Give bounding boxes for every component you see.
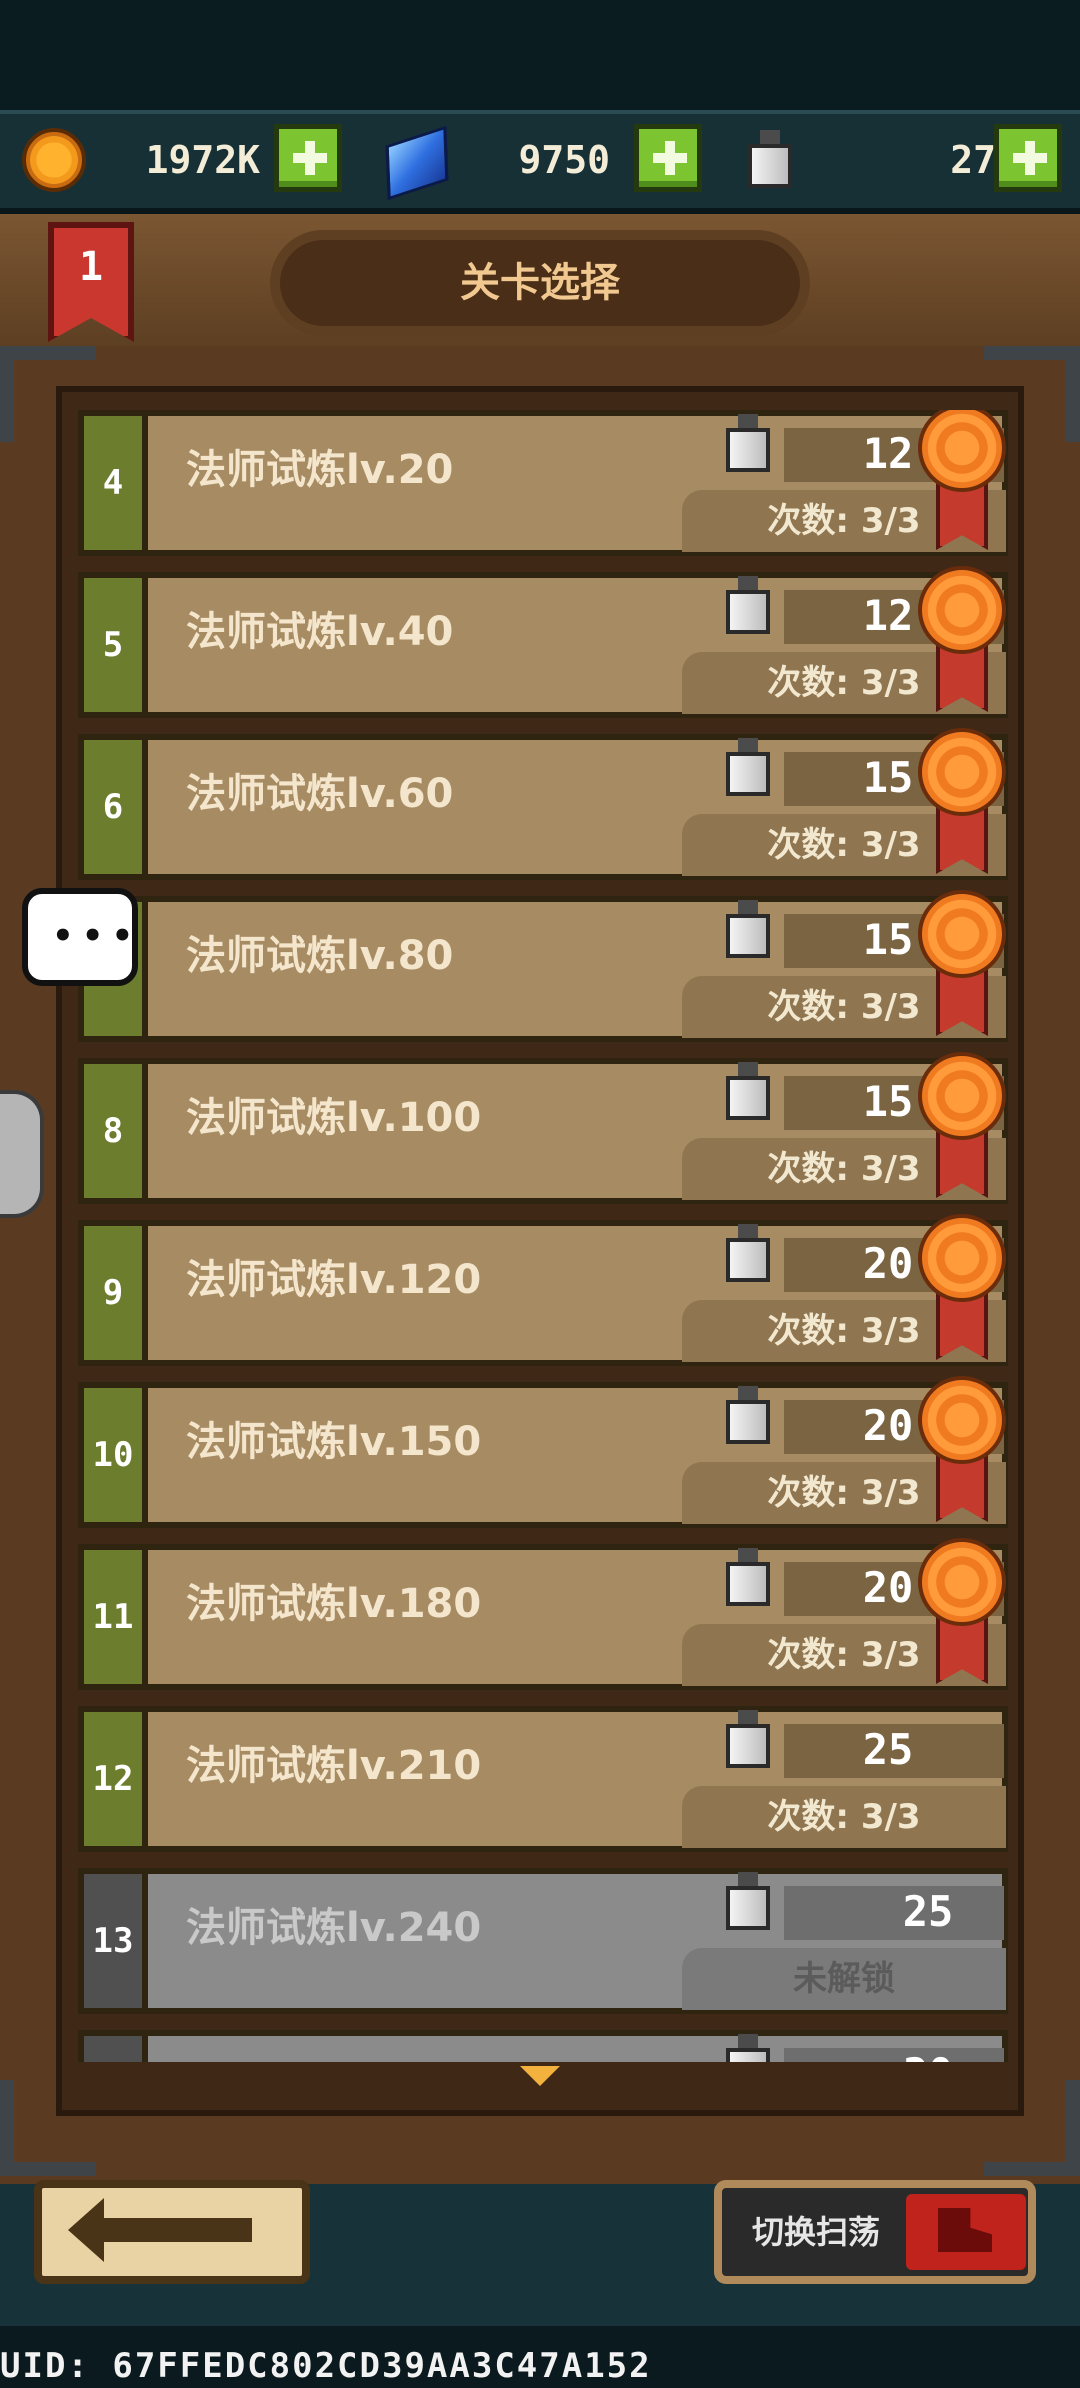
panel-corner [0,2080,96,2176]
level-row-7[interactable]: 7 法师试炼lv.80 15 次数: 3/3 [78,890,1008,1042]
level-row-5[interactable]: 5 法师试炼lv.40 12 次数: 3/3 [78,566,1008,718]
gem-amount: 9750 [518,138,610,182]
medal-icon [918,1538,1006,1688]
level-name: 法师试炼lv.60 [186,771,454,817]
bottle-amount: 27 [950,138,996,182]
level-name: 法师试炼lv.40 [186,609,454,655]
medal-icon [918,566,1006,716]
level-row-14[interactable]: 14 30 [78,2030,1008,2062]
panel-corner [984,2080,1080,2176]
bottle-icon [726,900,770,958]
level-cost: 25 [862,1725,914,1774]
header: 1 关卡选择 [0,214,1080,354]
level-cost: 30 [848,2044,1008,2062]
level-name: 法师试炼lv.120 [186,1257,482,1303]
bottle-icon [726,738,770,796]
level-row-4[interactable]: 4 法师试炼lv.20 12 次数: 3/3 [78,410,1008,556]
bottle-icon [726,1062,770,1120]
add-bottles-button[interactable] [994,124,1062,192]
level-cost: 25 [902,1887,954,1936]
level-name: 法师试炼lv.80 [186,933,454,979]
user-id: UID: 67FFEDC802CD39AA3C47A152 [0,2346,652,2386]
bottle-icon [726,1548,770,1606]
gem-resource: 9750 [360,124,720,201]
title-plate: 关卡选择 [280,240,800,326]
sweep-label: 切换扫荡 [751,2213,880,2251]
medal-icon [918,890,1006,1040]
bottle-icon [726,414,770,472]
blue-gem-icon [385,125,449,201]
bottle-icon [726,1872,770,1930]
level-row-9[interactable]: 9 法师试炼lv.120 20 次数: 3/3 [78,1214,1008,1366]
resource-bar: 1972K 9750 27 [0,110,1080,214]
sweep-toggle-button[interactable]: 切换扫荡 [714,2180,1036,2284]
attempts-box: 未解锁 [682,1948,1006,2010]
level-name: 法师试炼lv.20 [186,447,454,493]
medal-icon [918,1376,1006,1526]
chapter-number: 1 [78,244,104,290]
back-arrow-icon [68,2198,252,2262]
level-number: 14 [78,2030,148,2062]
level-number: 10 [78,1382,148,1528]
level-number: 5 [78,572,148,718]
level-list[interactable]: 4 法师试炼lv.20 12 次数: 3/3 5 法师试炼lv.40 12 次数… [78,410,1008,2062]
top-spacer [0,0,1080,110]
attempts-box: 次数: 3/3 [682,1786,1006,1848]
level-number: 4 [78,410,148,556]
bottle-icon [726,2034,770,2062]
medal-icon [918,410,1006,554]
medal-icon [918,728,1006,878]
bottle-icon [726,1710,770,1768]
scroll-down-icon[interactable] [520,2066,560,2086]
side-character[interactable] [0,1090,44,1218]
bottle-icon [726,576,770,634]
level-name: 法师试炼lv.100 [186,1095,482,1141]
level-row-13[interactable]: 13 法师试炼lv.240 25 未解锁 [78,1868,1008,2014]
level-name: 法师试炼lv.240 [186,1905,482,1951]
gold-coin-icon [22,128,86,192]
bottle-icon [726,1224,770,1282]
add-gold-button[interactable] [274,124,342,192]
level-row-12[interactable]: 12 法师试炼lv.210 25 次数: 3/3 [78,1706,1008,1852]
level-row-6[interactable]: 6 法师试炼lv.60 15 次数: 3/3 [78,728,1008,880]
level-number: 8 [78,1058,148,1204]
bottle-icon [748,130,792,188]
chapter-ribbon[interactable]: 1 [48,222,134,342]
back-button[interactable] [34,2180,310,2284]
chat-bubble-icon[interactable]: ••• [22,888,138,986]
locked-text: 未解锁 [793,1959,895,1999]
level-number: 13 [78,1868,148,2014]
medal-icon [918,1214,1006,1364]
level-name: 法师试炼lv.210 [186,1743,482,1789]
level-row-10[interactable]: 10 法师试炼lv.150 20 次数: 3/3 [78,1376,1008,1528]
medal-icon [918,1052,1006,1202]
level-number: 9 [78,1220,148,1366]
level-number: 11 [78,1544,148,1690]
bottle-icon [726,1386,770,1444]
level-name: 法师试炼lv.180 [186,1581,482,1627]
level-number: 6 [78,734,148,880]
bottle-resource: 27 [720,124,1080,198]
add-gems-button[interactable] [634,124,702,192]
page-title: 关卡选择 [460,260,620,306]
gold-amount: 1972K [145,138,260,182]
level-name: 法师试炼lv.150 [186,1419,482,1465]
level-row-8[interactable]: 8 法师试炼lv.100 15 次数: 3/3 [78,1052,1008,1204]
level-number: 12 [78,1706,148,1852]
attempts-text: 次数: 3/3 [767,1797,921,1837]
level-row-11[interactable]: 11 法师试炼lv.180 20 次数: 3/3 [78,1538,1008,1690]
gold-resource: 1972K [0,124,360,198]
